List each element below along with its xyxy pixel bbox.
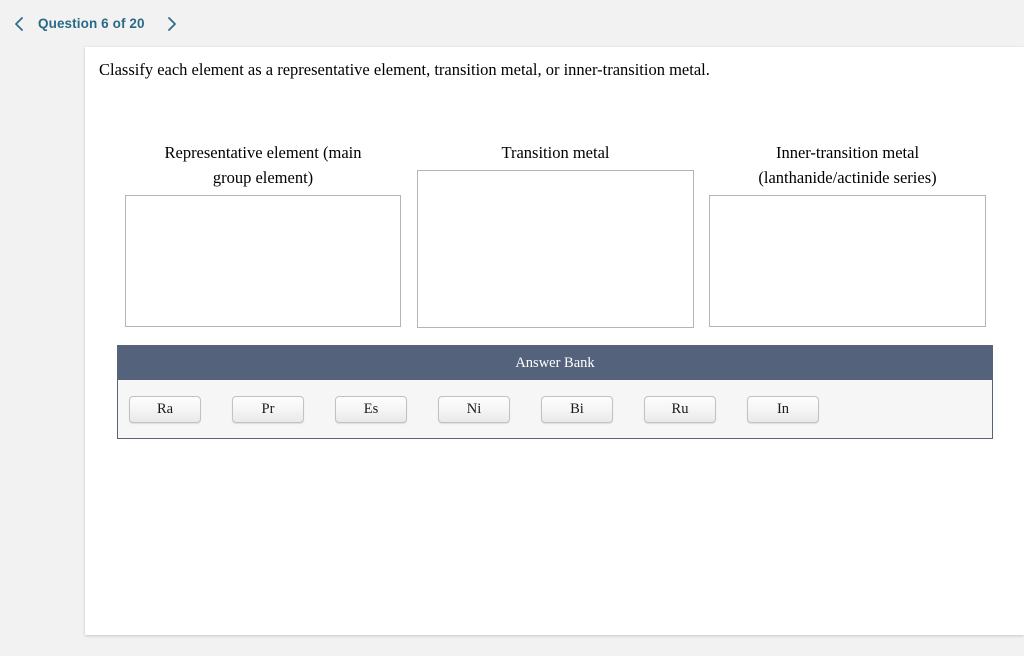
category-header-line-2: group element) xyxy=(212,168,314,187)
answer-tile[interactable]: Pr xyxy=(232,395,304,423)
category-header-line-1: Transition metal xyxy=(501,143,610,162)
question-prompt-text: Classify each element as a representativ… xyxy=(99,60,710,79)
category-column-inner-transition: Inner-transition metal (lanthanide/actin… xyxy=(709,140,986,327)
category-header-line-1: Inner-transition metal xyxy=(775,143,920,162)
answer-tile[interactable]: Ni xyxy=(438,395,510,423)
answer-tile[interactable]: In xyxy=(747,395,819,423)
question-content-card: Classify each element as a representativ… xyxy=(85,47,1024,635)
category-header-representative: Representative element (main group eleme… xyxy=(125,140,401,190)
category-header-line-2: (lanthanide/actinide series) xyxy=(758,168,937,187)
drop-zone-transition[interactable] xyxy=(417,170,694,328)
answer-tile[interactable]: Es xyxy=(335,395,407,423)
chevron-right-icon xyxy=(166,16,178,32)
previous-question-button[interactable] xyxy=(6,11,32,37)
chevron-left-icon xyxy=(13,16,25,32)
question-navigation-bar: Question 6 of 20 xyxy=(0,0,1024,47)
category-header-transition: Transition metal xyxy=(417,140,694,165)
category-header-inner-transition: Inner-transition metal (lanthanide/actin… xyxy=(709,140,986,190)
drop-zone-representative[interactable] xyxy=(125,195,401,327)
answer-tile[interactable]: Ru xyxy=(644,395,716,423)
next-question-button[interactable] xyxy=(159,11,185,37)
answer-bank-title: Answer Bank xyxy=(118,346,992,380)
category-column-representative: Representative element (main group eleme… xyxy=(125,140,401,327)
answer-bank-panel: Answer Bank Ra Pr Es Ni Bi Ru In xyxy=(117,345,993,439)
answer-tile[interactable]: Bi xyxy=(541,395,613,423)
question-counter-label: Question 6 of 20 xyxy=(38,16,145,31)
category-column-transition: Transition metal xyxy=(417,140,694,328)
category-header-line-1: Representative element (main xyxy=(164,143,362,162)
drop-zone-inner-transition[interactable] xyxy=(709,195,986,327)
answer-tile[interactable]: Ra xyxy=(129,395,201,423)
answer-bank-tile-list: Ra Pr Es Ni Bi Ru In xyxy=(118,380,992,438)
